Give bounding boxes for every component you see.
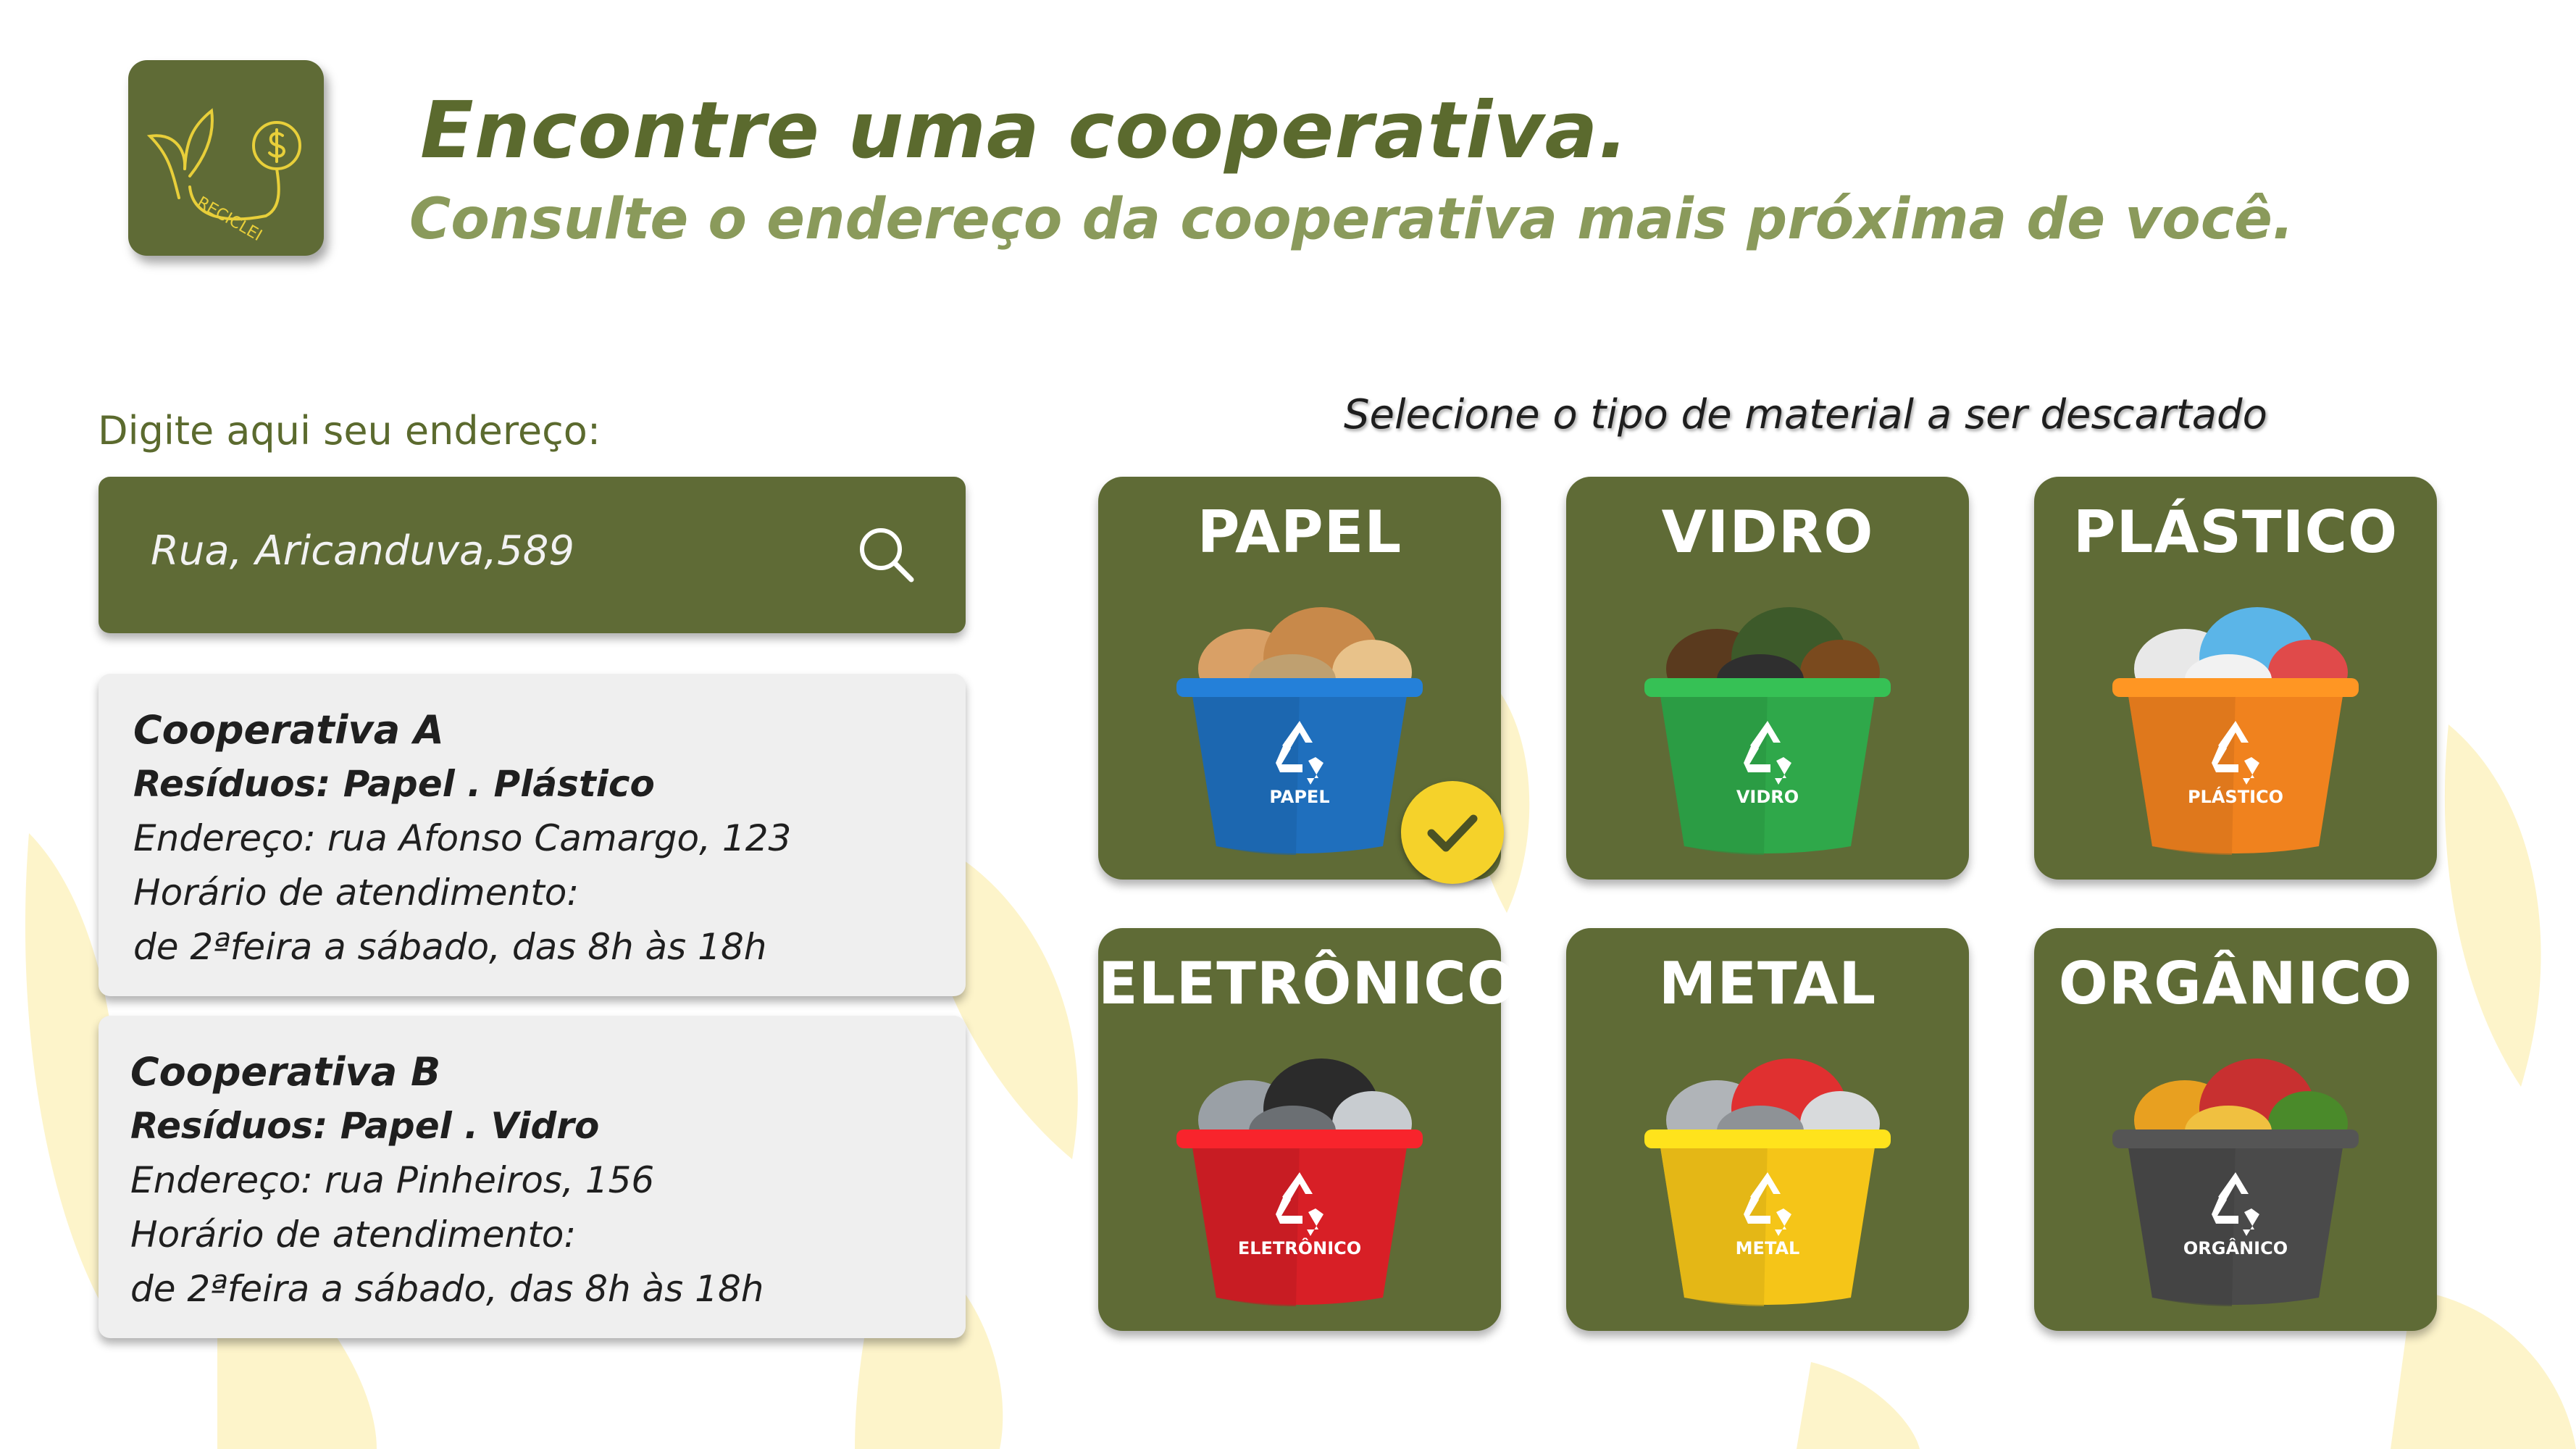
cooperative-address: Endereço: rua Pinheiros, 156: [130, 1159, 655, 1201]
search-icon[interactable]: [852, 520, 921, 590]
address-search-field[interactable]: Rua, Aricanduva,589: [99, 477, 966, 633]
material-tile-vidro[interactable]: VIDRO VIDRO: [1566, 477, 1969, 880]
cooperative-hours: de 2ªfeira a sábado, das 8h às 18h: [130, 1268, 764, 1310]
material-name: ELETRÔNICO: [1098, 950, 1517, 1017]
address-input[interactable]: Rua, Aricanduva,589: [151, 527, 574, 575]
page-title: Encontre uma cooperativa.: [420, 85, 1629, 176]
cooperative-address: Endereço: rua Afonso Camargo, 123: [133, 817, 792, 859]
bin-label: PAPEL: [1269, 787, 1329, 807]
bin-label: ORGÂNICO: [2183, 1237, 2288, 1258]
material-tile-metal[interactable]: METAL METAL: [1566, 928, 1969, 1331]
cooperative-card-b[interactable]: Cooperativa B Resíduos: Papel . Vidro En…: [99, 1016, 966, 1338]
material-tile-organico[interactable]: ORGÂNICO ORGÂNICO: [2034, 928, 2437, 1331]
bin-rim: [2112, 1129, 2359, 1148]
material-name: PAPEL: [1197, 498, 1402, 566]
material-tile-papel[interactable]: PAPEL PAPEL: [1098, 477, 1504, 884]
selected-check-icon: [1401, 781, 1504, 884]
material-name: PLÁSTICO: [2073, 498, 2399, 566]
bin-rim: [2112, 678, 2359, 697]
material-name: METAL: [1658, 950, 1877, 1017]
cooperative-card-a[interactable]: Cooperativa A Resíduos: Papel . Plástico…: [99, 674, 966, 996]
bin-label: VIDRO: [1736, 787, 1799, 807]
material-selection-label: Selecione o tipo de material a ser desca…: [1344, 391, 2267, 438]
bin-label: PLÁSTICO: [2188, 786, 2283, 807]
cooperative-residues: Resíduos: Papel . Vidro: [130, 1105, 600, 1147]
cooperative-name: Cooperativa B: [130, 1049, 441, 1095]
glass-bin-icon: VIDRO: [1644, 607, 1891, 855]
bin-rim: [1176, 678, 1423, 697]
bin-rim: [1176, 1129, 1423, 1148]
bin-label: ELETRÔNICO: [1238, 1237, 1361, 1258]
page-subtitle: Consulte o endereço da cooperativa mais …: [409, 187, 2294, 252]
address-label: Digite aqui seu endereço:: [98, 408, 601, 454]
material-tile-eletronico[interactable]: ELETRÔNICO ELETRÔNICO: [1098, 928, 1517, 1331]
cooperative-residues: Resíduos: Papel . Plástico: [133, 763, 655, 805]
recycle-leaf-coin-icon: RECICLEI: [146, 108, 301, 245]
cooperative-name: Cooperativa A: [133, 707, 444, 753]
bin-rim: [1644, 678, 1891, 697]
bin-label: METAL: [1736, 1238, 1800, 1258]
app-logo: RECICLEI: [128, 60, 324, 256]
cooperative-hours-label: Horário de atendimento:: [133, 872, 580, 914]
bin-rim: [1644, 1129, 1891, 1148]
metal-bin-icon: METAL: [1644, 1058, 1891, 1306]
material-tile-plastico[interactable]: PLÁSTICO PLÁSTICO: [2034, 477, 2437, 880]
material-name: VIDRO: [1661, 498, 1874, 566]
organic-bin-icon: ORGÂNICO: [2112, 1058, 2359, 1306]
cooperative-hours-label: Horário de atendimento:: [130, 1214, 577, 1256]
material-name: ORGÂNICO: [2058, 950, 2413, 1017]
cooperative-hours: de 2ªfeira a sábado, das 8h às 18h: [133, 926, 767, 968]
plastic-bin-icon: PLÁSTICO: [2112, 607, 2359, 855]
electronic-bin-icon: ELETRÔNICO: [1176, 1058, 1423, 1306]
